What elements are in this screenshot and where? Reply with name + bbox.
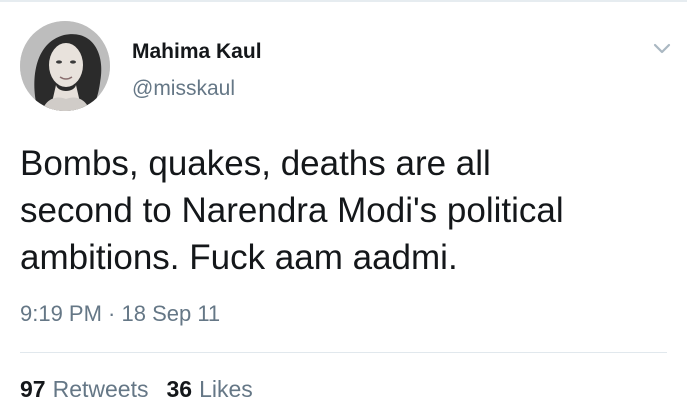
retweets-label: Retweets [52,376,149,402]
retweets-count: 97 [20,376,46,402]
more-options-button[interactable] [651,38,673,60]
tweet-timestamp[interactable]: 9:19 PM · 18 Sep 11 [20,301,220,327]
display-name[interactable]: Mahima Kaul [132,40,262,64]
retweets-stat[interactable]: 97 Retweets [20,376,148,403]
tweet-card: Mahima Kaul @misskaul Bombs, quakes, dea… [0,0,687,420]
avatar[interactable] [20,21,110,111]
likes-count: 36 [166,376,193,402]
user-handle[interactable]: @misskaul [132,77,235,101]
tweet-stats: 97 Retweets 36 Likes [20,376,271,403]
profile-photo-icon [20,21,110,111]
likes-label: Likes [199,376,253,402]
top-divider [0,0,687,2]
likes-stat[interactable]: 36 Likes [166,376,252,403]
stats-divider [20,352,667,353]
chevron-down-icon [653,43,671,54]
tweet-text: Bombs, quakes, deaths are all second to … [20,144,564,277]
